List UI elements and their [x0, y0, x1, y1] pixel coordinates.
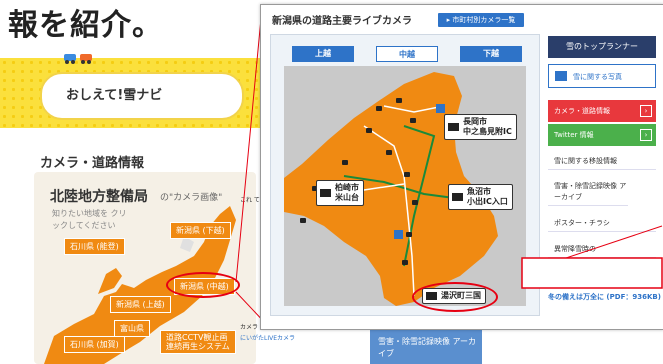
annotation-overlay [521, 225, 663, 289]
